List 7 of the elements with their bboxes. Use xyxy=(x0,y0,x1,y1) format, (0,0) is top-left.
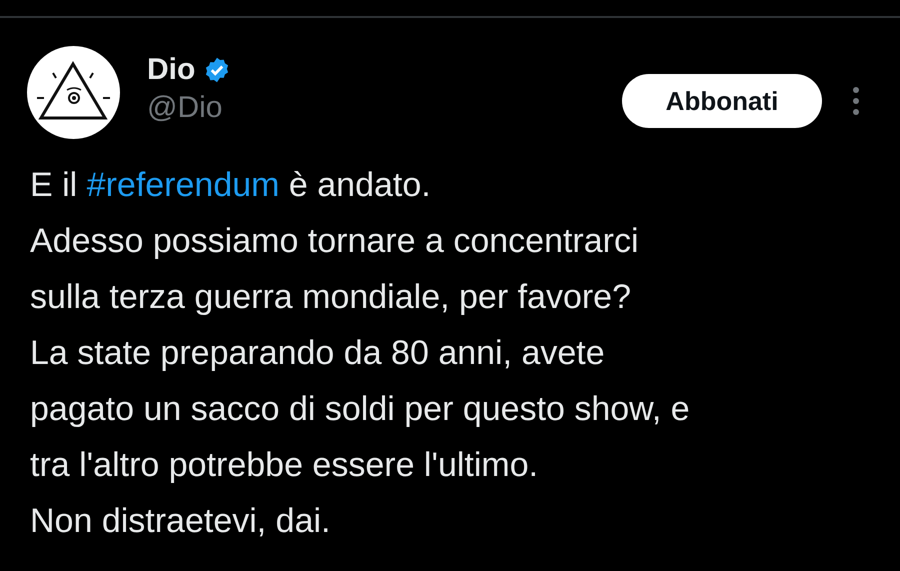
author-handle: @Dio xyxy=(147,90,224,126)
hashtag-link[interactable]: #referendum xyxy=(86,166,280,204)
avatar-icon xyxy=(27,46,120,139)
tweet-text: E il #referendum è andato. Adesso possiamo tornare a concentrarci sulla terza guerra mondiale, per favore? La state preparando da 80 anni, avete pagato un sacco di soldi per questo show, e tra l'altro potrebbe essere l'ultimo. Non distraetevi, dai. xyxy=(29,165,691,542)
more-options-icon[interactable] xyxy=(852,86,860,116)
subscribe-button[interactable]: Abbonati xyxy=(622,74,822,128)
author-name: Dio xyxy=(147,52,196,88)
